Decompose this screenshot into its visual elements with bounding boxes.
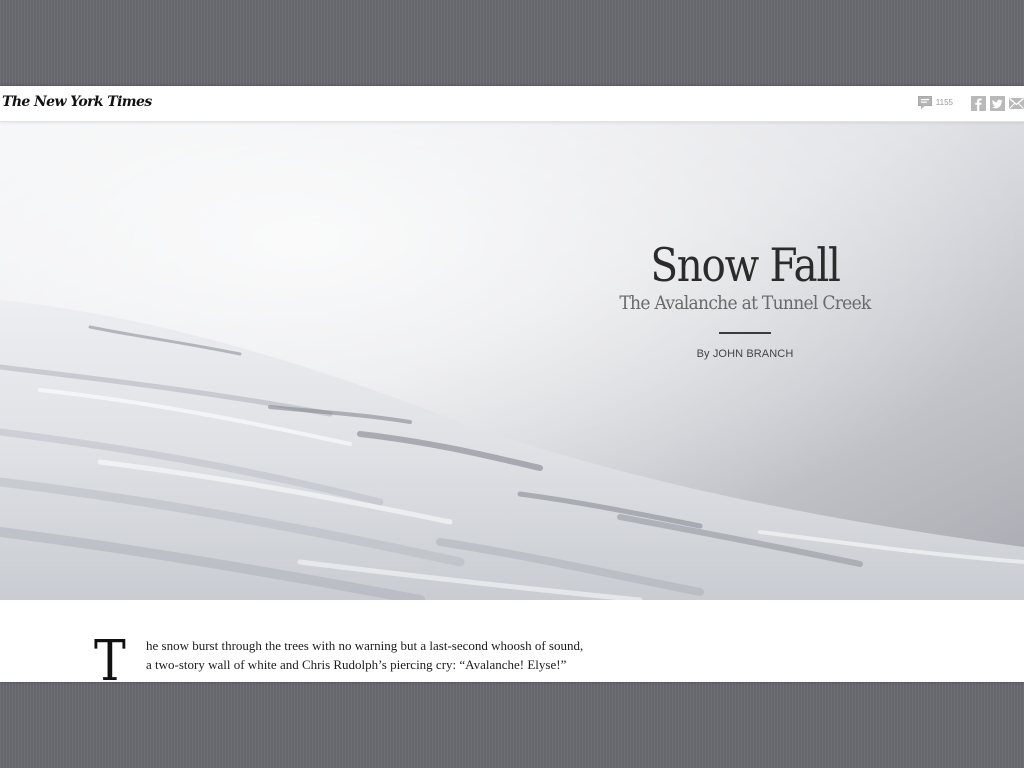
- story-paragraph: he snow burst through the trees with no …: [146, 636, 626, 674]
- email-icon[interactable]: [1009, 96, 1024, 111]
- header-bar: The New York Times 1155: [0, 86, 1024, 122]
- twitter-icon[interactable]: [990, 95, 1005, 111]
- byline: By JOHN BRANCH: [696, 348, 794, 360]
- article-subtitle: The Avalanche at Tunnel Creek: [619, 292, 871, 314]
- article-title: Snow Fall: [650, 238, 841, 292]
- nyt-logo[interactable]: The New York Times: [2, 94, 152, 110]
- title-divider: [719, 332, 771, 334]
- comment-icon[interactable]: [917, 96, 933, 110]
- story-line-2: a two-story wall of white and Chris Rudo…: [146, 657, 567, 672]
- headline-block: Snow Fall The Avalanche at Tunnel Creek …: [600, 242, 890, 360]
- comment-count[interactable]: 1155: [936, 98, 953, 107]
- story-line-1: he snow burst through the trees with no …: [146, 638, 584, 653]
- drop-cap: T: [94, 629, 126, 683]
- article-page: The New York Times 1155 Snow Fall The Av…: [0, 86, 1024, 682]
- snow-slope-image: [0, 122, 1024, 600]
- header-tools: 1155: [917, 95, 1024, 111]
- hero-image: Snow Fall The Avalanche at Tunnel Creek …: [0, 122, 1024, 600]
- facebook-icon[interactable]: [971, 95, 986, 111]
